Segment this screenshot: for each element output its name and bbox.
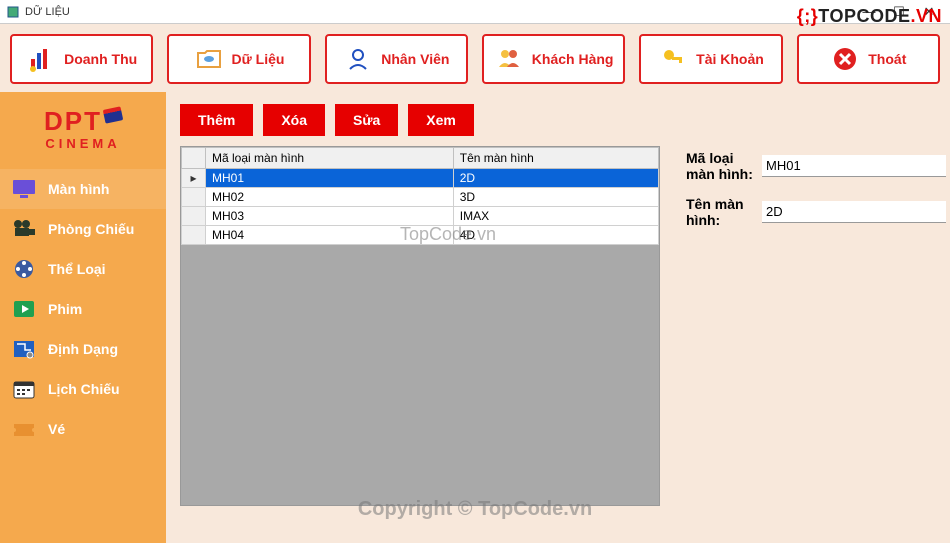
window-title: DỮ LIỆU (25, 6, 70, 18)
table-row[interactable]: ▸ MH01 2D (182, 169, 659, 188)
sidebar-label: Định Dạng (48, 341, 118, 357)
top-navigation: Doanh Thu Dữ Liệu Nhân Viên Khách Hàng T… (0, 24, 950, 92)
close-button[interactable]: ✕ (914, 4, 944, 20)
sidebar-item-lichchieu[interactable]: Lịch Chiếu (0, 369, 166, 409)
sidebar-label: Lịch Chiếu (48, 381, 120, 397)
person-icon (343, 44, 373, 74)
table-row[interactable]: MH02 3D (182, 188, 659, 207)
sidebar-label: Phòng Chiếu (48, 221, 134, 237)
nav-label: Nhân Viên (381, 51, 449, 67)
monitor-icon (10, 177, 38, 201)
nav-doanhthu[interactable]: Doanh Thu (10, 34, 153, 84)
field-label-ten: Tên màn hình: (686, 196, 756, 228)
sidebar: DPT CINEMA Màn hình Phòng Chiếu Thể Loại… (0, 92, 166, 543)
table-row[interactable]: MH03 IMAX (182, 207, 659, 226)
logo: DPT CINEMA (0, 98, 166, 169)
chart-icon (26, 44, 56, 74)
nav-label: Tài Khoản (696, 51, 764, 67)
camera-icon (10, 217, 38, 241)
delete-button[interactable]: Xóa (263, 104, 325, 136)
sidebar-item-manhinh[interactable]: Màn hình (0, 169, 166, 209)
data-grid[interactable]: Mã loại màn hình Tên màn hình ▸ MH01 2D … (180, 146, 660, 506)
reel-icon (10, 257, 38, 281)
sidebar-item-phim[interactable]: Phim (0, 289, 166, 329)
table-row[interactable]: MH04 4D (182, 226, 659, 245)
minimize-button[interactable]: — (854, 4, 884, 19)
edit-button[interactable]: Sửa (335, 104, 398, 136)
nav-dulieu[interactable]: Dữ Liệu (167, 34, 310, 84)
play-icon (10, 297, 38, 321)
sidebar-item-ve[interactable]: Vé (0, 409, 166, 449)
nav-label: Doanh Thu (64, 51, 137, 67)
calendar-icon (10, 377, 38, 401)
sidebar-label: Phim (48, 301, 82, 317)
nav-label: Thoát (868, 51, 906, 67)
action-bar: Thêm Xóa Sửa Xem (180, 104, 936, 136)
detail-form: Mã loại màn hình: Tên màn hình: (686, 150, 946, 242)
row-indicator: ▸ (182, 169, 206, 188)
app-icon (6, 5, 20, 19)
sidebar-item-phongchieu[interactable]: Phòng Chiếu (0, 209, 166, 249)
row-header-col (182, 148, 206, 169)
clapboard-icon (103, 106, 124, 123)
title-bar: DỮ LIỆU — ☐ ✕ (0, 0, 950, 24)
input-ma[interactable] (762, 155, 946, 177)
input-ten[interactable] (762, 201, 946, 223)
add-button[interactable]: Thêm (180, 104, 253, 136)
ticket-icon (10, 417, 38, 441)
content-area: Thêm Xóa Sửa Xem Mã loại màn hình Tên mà… (166, 92, 950, 543)
field-label-ma: Mã loại màn hình: (686, 150, 756, 182)
people-icon (494, 44, 524, 74)
view-button[interactable]: Xem (408, 104, 474, 136)
sidebar-label: Vé (48, 421, 65, 437)
col-header-2[interactable]: Tên màn hình (453, 148, 658, 169)
sidebar-item-theloai[interactable]: Thể Loại (0, 249, 166, 289)
close-icon (830, 44, 860, 74)
maximize-button[interactable]: ☐ (884, 4, 914, 20)
sidebar-label: Màn hình (48, 181, 109, 197)
nav-thoat[interactable]: Thoát (797, 34, 940, 84)
nav-taikhoan[interactable]: Tài Khoản (639, 34, 782, 84)
col-header-1[interactable]: Mã loại màn hình (206, 148, 454, 169)
nav-label: Dữ Liệu (232, 51, 285, 67)
nav-khachhang[interactable]: Khách Hàng (482, 34, 625, 84)
nav-label: Khách Hàng (532, 51, 614, 67)
folder-icon (194, 44, 224, 74)
blueprint-icon (10, 337, 38, 361)
key-icon (658, 44, 688, 74)
sidebar-item-dinhdang[interactable]: Định Dạng (0, 329, 166, 369)
sidebar-label: Thể Loại (48, 261, 106, 277)
nav-nhanvien[interactable]: Nhân Viên (325, 34, 468, 84)
